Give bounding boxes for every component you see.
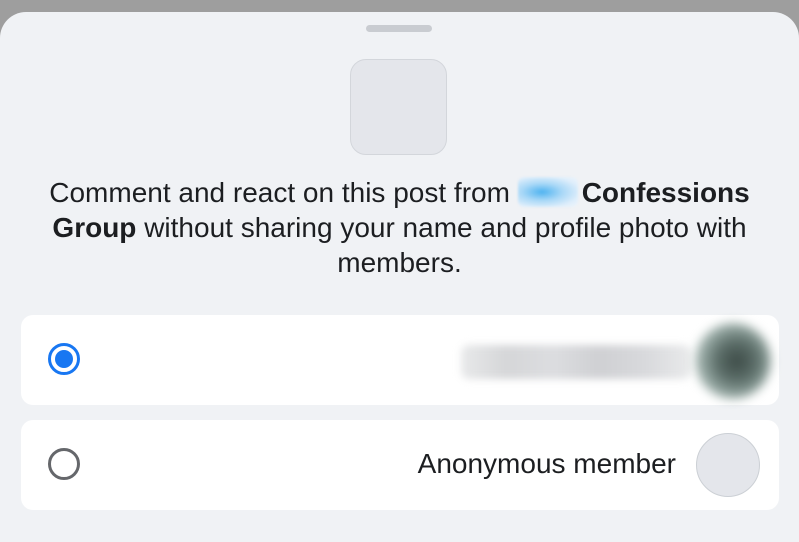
profile-avatar <box>695 323 771 399</box>
redacted-profile-name <box>461 345 691 379</box>
radio-selected-icon[interactable] <box>48 343 80 375</box>
redacted-group-prefix <box>517 177 578 207</box>
option-own-profile[interactable] <box>21 315 779 405</box>
description-after: without sharing your name and profile ph… <box>144 212 747 278</box>
anonymous-illustration-icon <box>350 59 447 155</box>
radio-unselected-icon[interactable] <box>48 448 80 480</box>
anonymous-avatar <box>696 433 760 497</box>
sheet-description: Comment and react on this post from Conf… <box>30 175 769 280</box>
description-before: Comment and react on this post from <box>49 177 510 208</box>
group-name-line2: Group <box>52 212 137 243</box>
option-anonymous-member[interactable]: Anonymous member <box>21 420 779 510</box>
anonymous-posting-sheet: Comment and react on this post from Conf… <box>0 12 799 542</box>
group-name-line1: Confessions <box>581 177 750 208</box>
drag-handle[interactable] <box>366 25 432 32</box>
anonymous-member-label: Anonymous member <box>417 448 676 479</box>
